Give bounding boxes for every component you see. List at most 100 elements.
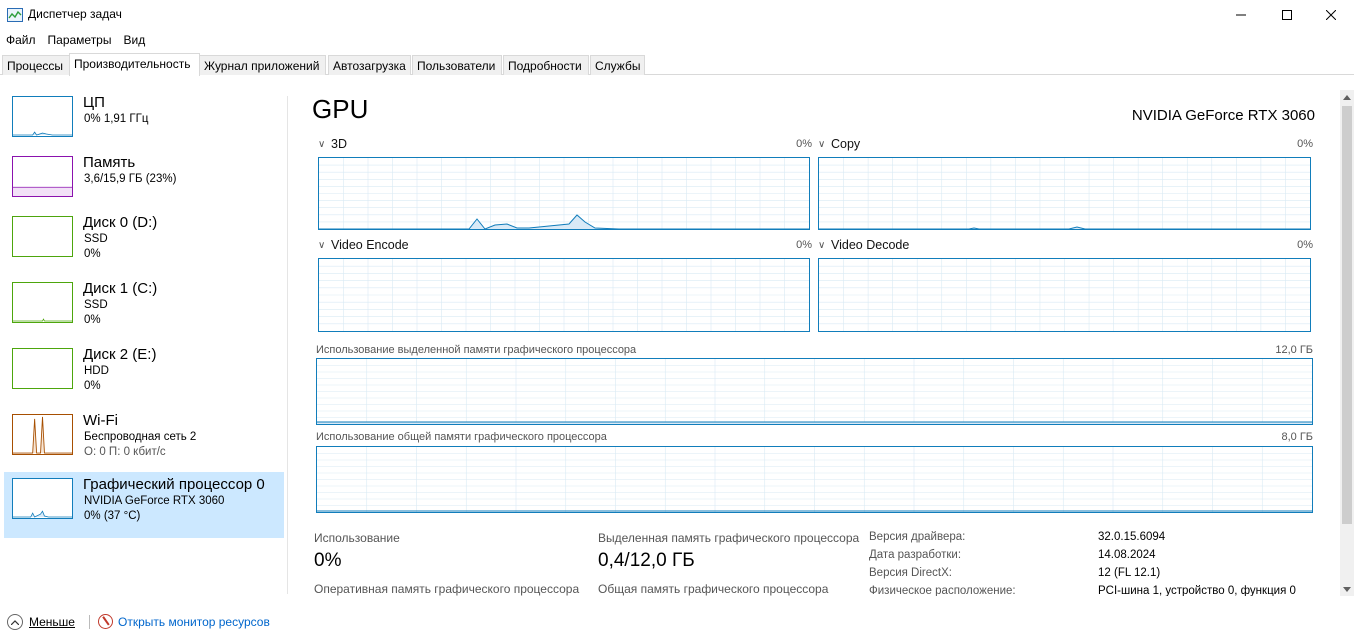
maximize-button[interactable]: [1264, 0, 1310, 30]
tab-bar: Процессы Производительность Журнал прило…: [0, 53, 1354, 76]
sidebar-item-name: Диск 2 (E:): [83, 346, 157, 363]
engine-graph-video-decode: [818, 258, 1311, 332]
sidebar-item-type: SSD: [84, 233, 108, 245]
tab-users[interactable]: Пользователи: [412, 55, 502, 75]
scroll-thumb[interactable]: [1342, 106, 1352, 524]
sidebar-item-name: Диск 0 (D:): [83, 214, 158, 231]
tab-services[interactable]: Службы: [590, 55, 645, 75]
menu-file[interactable]: Файл: [0, 30, 42, 50]
sidebar-item-disk1[interactable]: Диск 1 (C:) SSD 0%: [4, 276, 284, 342]
directx-version-label: Версия DirectX:: [869, 567, 952, 579]
shared-memory-label: Общая память графического процессора: [598, 582, 829, 596]
sidebar-item-disk2[interactable]: Диск 2 (E:) HDD 0%: [4, 342, 284, 408]
sidebar-item-detail: 0% 1,91 ГГц: [84, 113, 149, 125]
tab-processes[interactable]: Процессы: [2, 55, 70, 75]
physical-location-value: PCI-шина 1, устройство 0, функция 0: [1098, 585, 1296, 596]
sidebar-item-detail: 0% (37 °C): [84, 510, 141, 522]
menu-options[interactable]: Параметры: [42, 30, 118, 50]
sidebar-divider: [287, 96, 288, 594]
chevron-up-icon: [7, 614, 23, 630]
graph-grid: [819, 259, 1310, 331]
sidebar-item-name: Графический процессор 0: [83, 476, 265, 493]
sidebar-item-adapter: Беспроводная сеть 2: [84, 431, 197, 443]
sidebar-item-wifi[interactable]: Wi-Fi Беспроводная сеть 2 О: 0 П: 0 кбит…: [4, 408, 284, 474]
wifi-thumbnail-graph: [12, 414, 73, 455]
shared-memory-graph: [316, 446, 1313, 513]
sidebar-item-gpu0[interactable]: Графический процессор 0 NVIDIA GeForce R…: [4, 472, 284, 538]
sidebar-item-detail: 0%: [84, 314, 101, 326]
footer: Меньше Открыть монитор ресурсов: [0, 606, 1354, 636]
sidebar-item-disk0[interactable]: Диск 0 (D:) SSD 0%: [4, 210, 284, 276]
tab-startup[interactable]: Автозагрузка: [328, 55, 411, 75]
tab-performance[interactable]: Производительность: [69, 53, 200, 76]
chevron-down-icon[interactable]: ∨: [318, 139, 325, 150]
engine-graph-3d: [318, 157, 810, 230]
engine-graph-video-encode: [318, 258, 810, 332]
arrow-down-icon: [1343, 586, 1351, 592]
arrow-up-icon: [1343, 94, 1351, 100]
gpu-thumbnail-graph: [12, 478, 73, 519]
info-clip: Физическое расположение: PCI-шина 1, уст…: [860, 584, 1338, 596]
dedicated-memory-max: 12,0 ГБ: [1275, 344, 1313, 356]
page-title: GPU: [312, 94, 369, 124]
chevron-down-icon[interactable]: ∨: [818, 240, 825, 251]
driver-version-value: 32.0.15.6094: [1098, 531, 1166, 543]
engine-title-3d[interactable]: 3D: [331, 137, 347, 151]
tab-details[interactable]: Подробности: [503, 55, 589, 75]
sidebar-item-name: ЦП: [83, 94, 105, 111]
sidebar-item-type: HDD: [84, 365, 109, 377]
sidebar-item-cpu[interactable]: ЦП 0% 1,91 ГГц: [4, 90, 284, 156]
close-icon: [1326, 10, 1336, 20]
scroll-up-button[interactable]: [1340, 90, 1354, 104]
shared-memory-max: 8,0 ГБ: [1281, 431, 1313, 443]
usage-value: 0%: [314, 550, 342, 571]
sidebar-item-name: Wi-Fi: [83, 412, 118, 429]
sidebar-item-type: SSD: [84, 299, 108, 311]
scroll-down-button[interactable]: [1340, 582, 1354, 596]
directx-version-value: 12 (FL 12.1): [1098, 567, 1161, 579]
driver-date-value: 14.08.2024: [1098, 549, 1156, 561]
vertical-scrollbar[interactable]: [1340, 90, 1354, 596]
minimize-button[interactable]: [1218, 0, 1264, 30]
engine-title-copy[interactable]: Copy: [831, 137, 860, 151]
resource-monitor-icon: [98, 614, 113, 629]
fewer-details-button[interactable]: Меньше: [7, 614, 75, 630]
sidebar-item-detail: 3,6/15,9 ГБ (23%): [84, 173, 177, 185]
engine-value-video-encode: 0%: [796, 239, 812, 251]
sidebar-item-detail: 0%: [84, 380, 101, 392]
disk1-thumbnail-graph: [12, 282, 73, 323]
dedicated-memory-graph-label: Использование выделенной памяти графичес…: [316, 344, 637, 356]
chevron-down-icon[interactable]: ∨: [818, 139, 825, 150]
sidebar-item-detail: 0%: [84, 248, 101, 260]
graph-grid: [319, 259, 809, 331]
close-button[interactable]: [1308, 0, 1354, 30]
disk2-thumbnail-graph: [12, 348, 73, 389]
dedicated-memory-label: Выделенная память графического процессор…: [598, 531, 860, 545]
shared-memory-graph-label: Использование общей памяти графического …: [316, 431, 607, 443]
cpu-thumbnail-graph: [12, 96, 73, 137]
tab-app-history[interactable]: Журнал приложений: [199, 55, 326, 75]
sidebar-item-detail: О: 0 П: 0 кбит/с: [84, 446, 166, 458]
engine-title-video-encode[interactable]: Video Encode: [331, 238, 409, 252]
chevron-down-icon[interactable]: ∨: [318, 240, 325, 251]
engine-value-video-decode: 0%: [1297, 239, 1313, 251]
driver-version-label: Версия драйвера:: [869, 531, 966, 543]
engine-title-video-decode[interactable]: Video Decode: [831, 238, 909, 252]
sidebar-item-name: Диск 1 (C:): [83, 280, 158, 297]
resource-monitor-link[interactable]: Открыть монитор ресурсов: [98, 614, 270, 629]
menu-view[interactable]: Вид: [117, 30, 151, 50]
driver-date-label: Дата разработки:: [869, 549, 962, 561]
menu-bar: Файл Параметры Вид: [0, 30, 151, 50]
minimize-icon: [1236, 14, 1246, 16]
window-title: Диспетчер задач: [28, 7, 122, 21]
usage-label: Использование: [314, 531, 400, 545]
sidebar-item-memory[interactable]: Память 3,6/15,9 ГБ (23%): [4, 150, 284, 216]
sidebar-item-model: NVIDIA GeForce RTX 3060: [84, 495, 225, 507]
engine-value-copy: 0%: [1297, 138, 1313, 150]
sidebar-item-name: Память: [83, 154, 136, 171]
performance-sidebar: ЦП 0% 1,91 ГГц Память 3,6/15,9 ГБ (23%) …: [0, 90, 288, 596]
footer-separator: [89, 615, 90, 629]
resource-monitor-label: Открыть монитор ресурсов: [118, 614, 270, 629]
gpu-model-name: NVIDIA GeForce RTX 3060: [1131, 107, 1315, 124]
dedicated-memory-value: 0,4/12,0 ГБ: [598, 550, 695, 571]
